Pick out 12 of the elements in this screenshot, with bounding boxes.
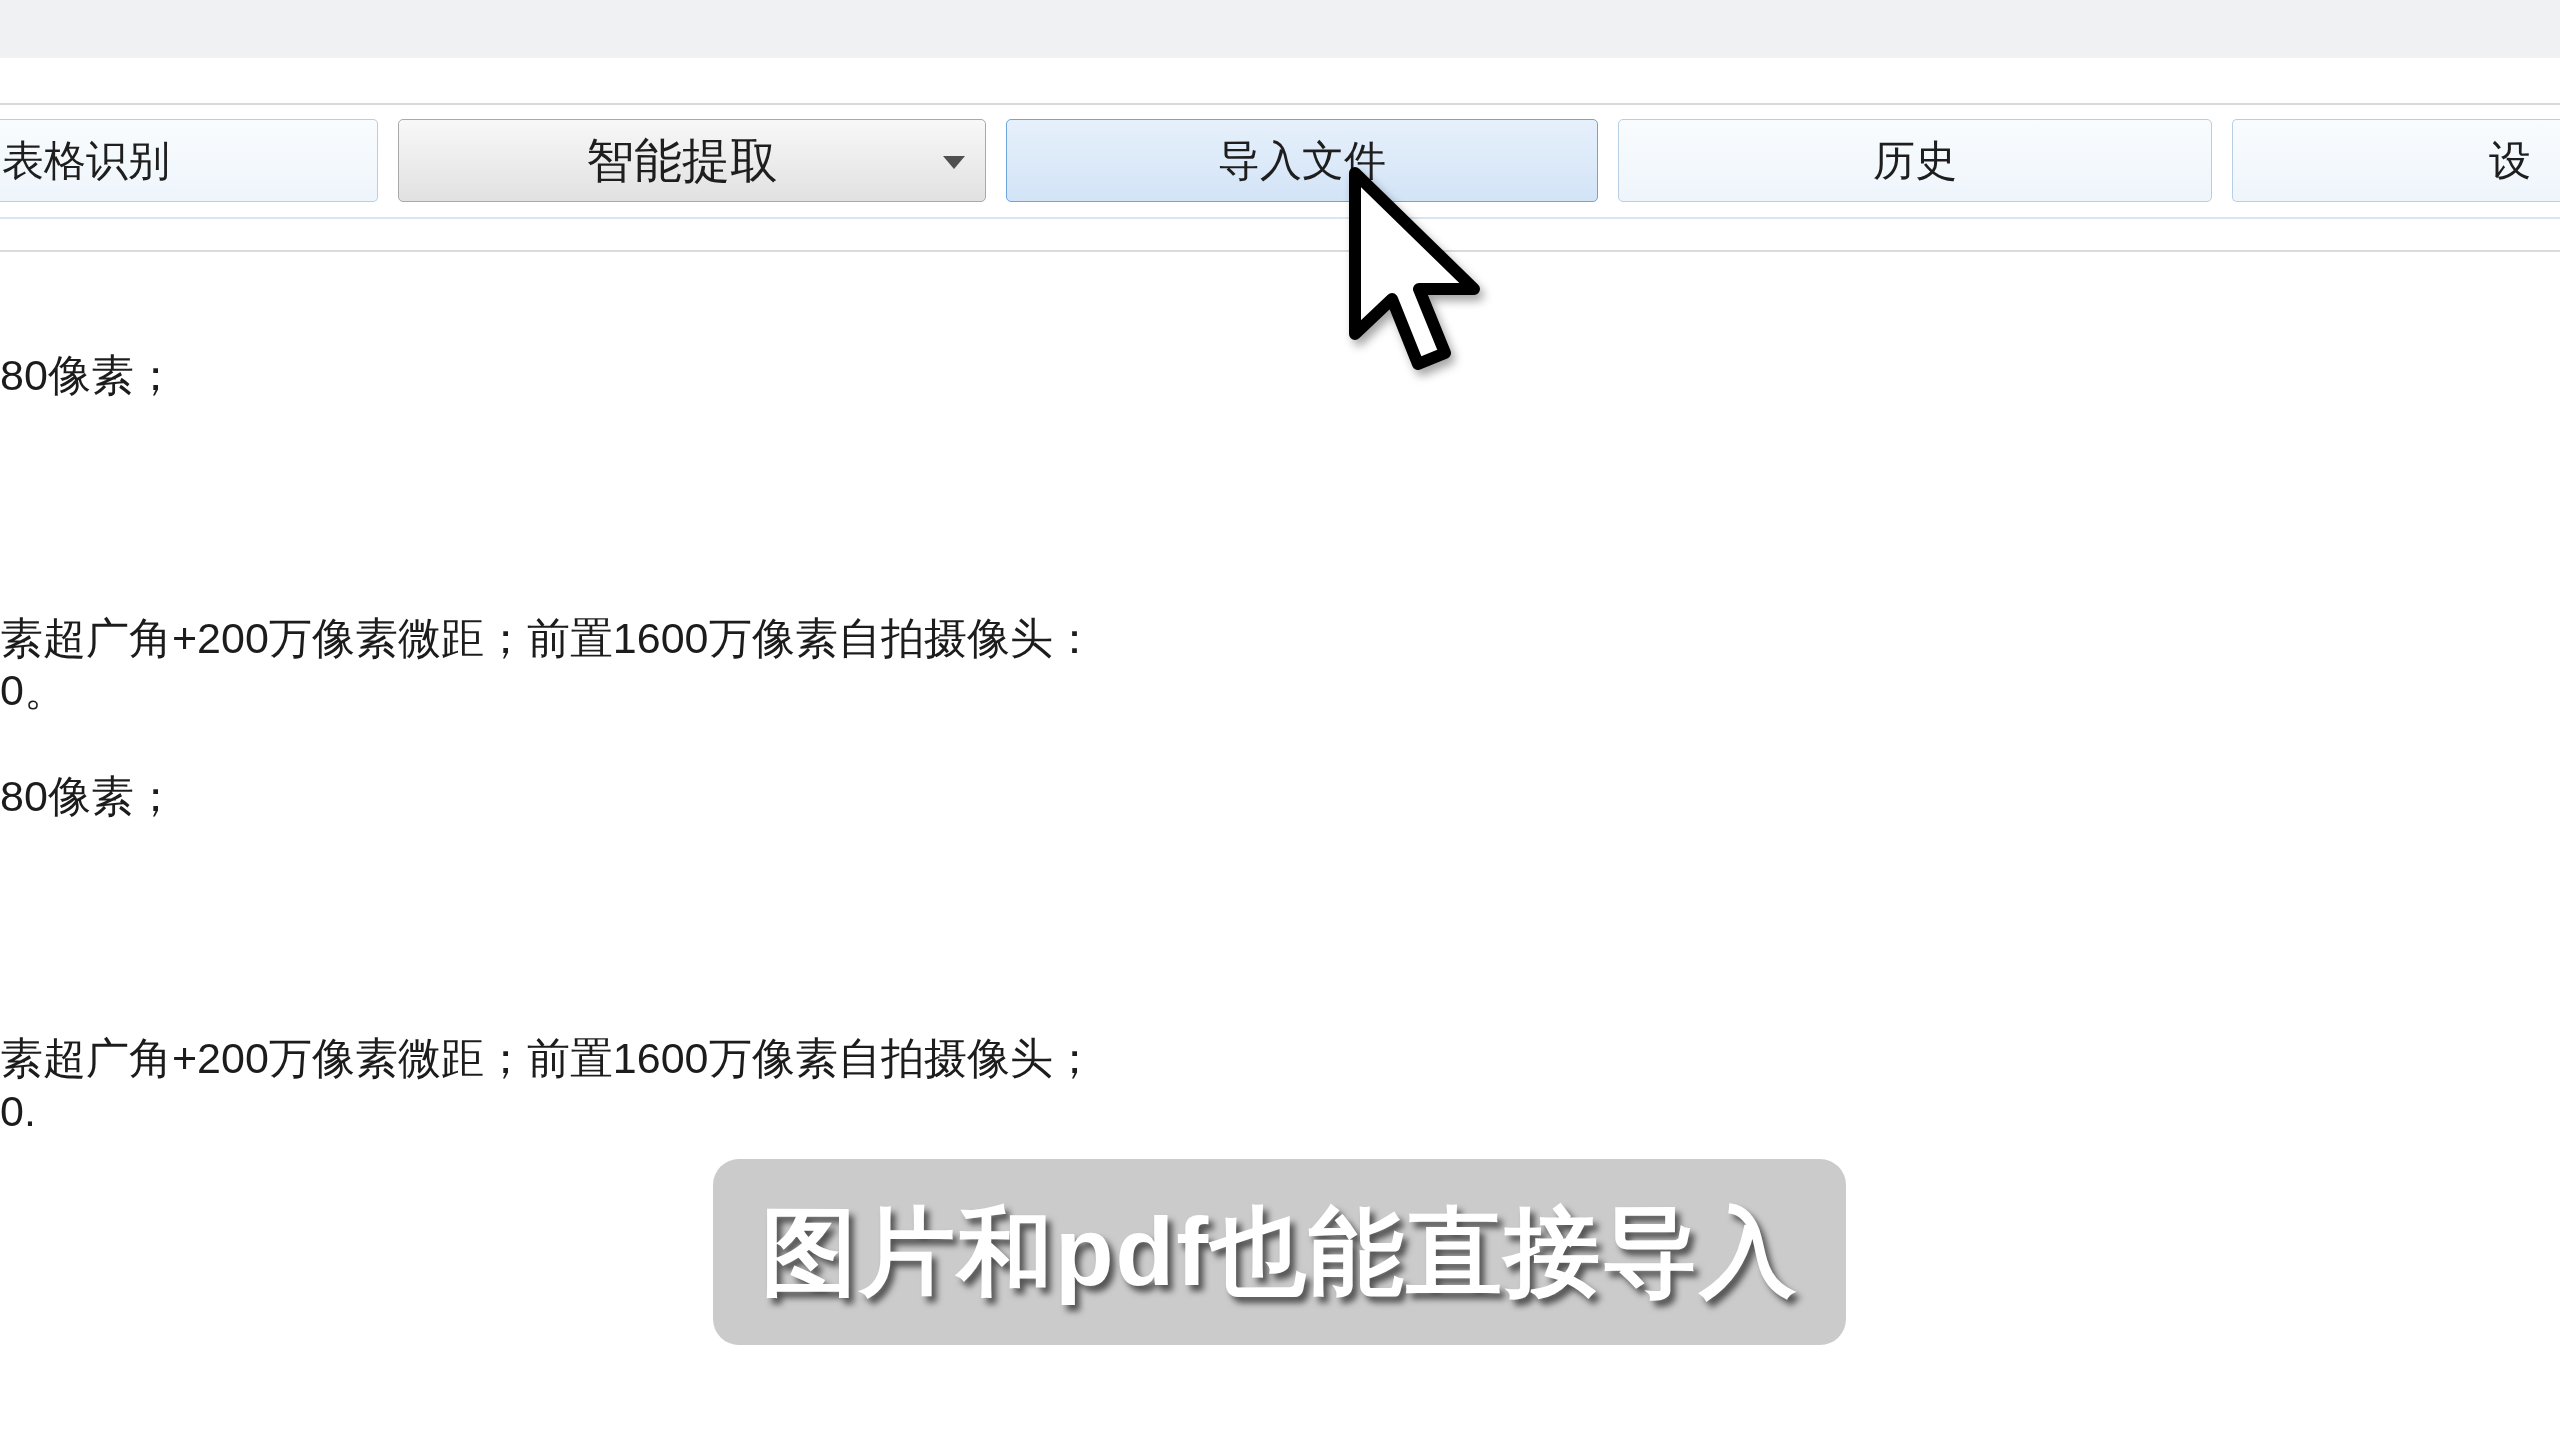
- toolbar-button[interactable]: 设: [2232, 119, 2560, 202]
- toolbar-button[interactable]: 历史: [1618, 119, 2213, 202]
- toolbar-button[interactable]: 表格识别: [0, 119, 378, 202]
- text-line: 0。: [0, 665, 68, 716]
- video-subtitle: 图片和pdf也能直接导入: [713, 1159, 1846, 1345]
- dropdown-button[interactable]: 智能提取: [397, 119, 986, 202]
- dropdown-caret-icon: [942, 156, 965, 169]
- text-line: 0.: [0, 1085, 37, 1137]
- text-line: 80像素；: [0, 350, 178, 401]
- text-line: 80像素；: [0, 770, 178, 822]
- text-line: 素超广角+200万像素微距；前置1600万像素自拍摄像头：: [0, 612, 1097, 664]
- text-line: 素超广角+200万像素微距；前置1600万像素自拍摄像头；: [0, 1033, 1097, 1084]
